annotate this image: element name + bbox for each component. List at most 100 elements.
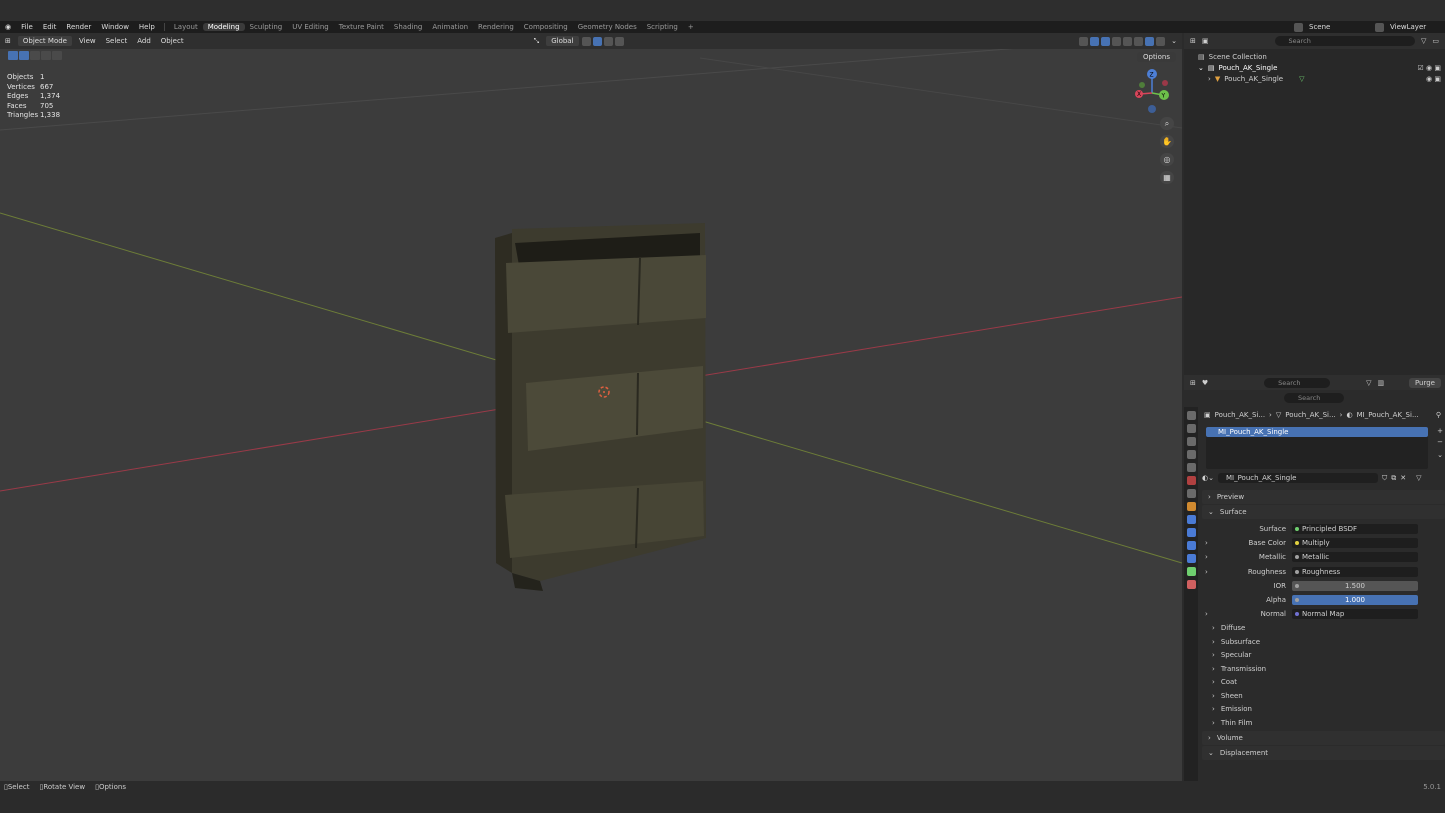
subpanel-specular[interactable]: › Specular	[1202, 648, 1445, 662]
scene-selector[interactable]: Scene	[1304, 23, 1374, 31]
subpanel-thin-film[interactable]: › Thin Film	[1202, 716, 1445, 730]
gizmo-toggle-icon[interactable]	[1090, 36, 1100, 46]
camera-icon[interactable]: ◎	[1160, 153, 1174, 166]
output-tab-icon[interactable]	[1186, 437, 1196, 446]
display-mode-icon[interactable]: ♥	[1202, 379, 1208, 387]
tab-sculpting[interactable]: Sculpting	[245, 23, 288, 31]
tool-tab-icon[interactable]	[1186, 411, 1196, 420]
render-tab-icon[interactable]	[1186, 424, 1196, 433]
modifier-tab-icon[interactable]	[1186, 515, 1196, 524]
visibility-icon[interactable]	[1079, 36, 1089, 46]
solid-shading-icon[interactable]	[1134, 36, 1144, 46]
xray-icon[interactable]	[1112, 36, 1122, 46]
subpanel-transmission[interactable]: › Transmission	[1202, 662, 1445, 676]
mode-dropdown[interactable]: Object Mode	[17, 36, 72, 46]
collection-row[interactable]: ⌄ ▤ Pouch_AK_Single ☑ ◉ ▣	[1184, 62, 1445, 73]
data-tab-icon[interactable]	[1186, 567, 1196, 576]
object-tab-icon[interactable]	[1186, 502, 1196, 511]
surface-row-value[interactable]: Roughness	[1292, 566, 1418, 577]
chevron-down-icon[interactable]: ⌄	[1198, 64, 1204, 72]
menu-window[interactable]: Window	[96, 23, 134, 31]
filter-icon[interactable]: ▽	[1421, 37, 1426, 45]
editor-type-icon[interactable]: ⊞	[1190, 37, 1196, 45]
subpanel-subsurface[interactable]: › Subsurface	[1202, 635, 1445, 649]
chevron-right-icon[interactable]: ›	[1208, 75, 1211, 83]
subpanel-coat[interactable]: › Coat	[1202, 675, 1445, 689]
add-slot-icon[interactable]: +	[1437, 427, 1443, 435]
editor-type-icon[interactable]: ⊞	[1190, 379, 1196, 387]
select-extend-icon[interactable]	[30, 51, 40, 60]
shading-options-icon[interactable]: ⌄	[1166, 36, 1182, 46]
select-invert-icon[interactable]	[52, 51, 62, 60]
object-row[interactable]: › ▼ Pouch_AK_Single ▽ ◉ ▣	[1184, 73, 1445, 84]
menu-edit[interactable]: Edit	[38, 23, 62, 31]
select-subtract-icon[interactable]	[41, 51, 51, 60]
overlay-toggle-icon[interactable]	[1101, 36, 1111, 46]
menu-object[interactable]: Object	[156, 36, 189, 46]
pivot-icon[interactable]	[581, 36, 591, 46]
view-layer-selector[interactable]: ViewLayer	[1385, 23, 1445, 31]
menu-file[interactable]: File	[16, 23, 38, 31]
tab-geometry-nodes[interactable]: Geometry Nodes	[573, 23, 642, 31]
particles-tab-icon[interactable]	[1186, 528, 1196, 537]
menu-add[interactable]: Add	[132, 36, 156, 46]
material-shading-icon[interactable]	[1145, 36, 1155, 46]
3d-viewport[interactable]: Z Y X ⊞ Object Mode View Select Add Obje…	[0, 33, 1182, 781]
rendered-shading-icon[interactable]	[1156, 36, 1166, 46]
purge-button[interactable]: Purge	[1408, 377, 1441, 388]
trash-icon[interactable]: ▥	[1378, 379, 1385, 387]
outliner-search-input[interactable]: Search	[1274, 36, 1415, 46]
panel-volume[interactable]: › Volume	[1202, 731, 1445, 746]
menu-render[interactable]: Render	[61, 23, 96, 31]
blender-logo-icon[interactable]: ◉	[0, 23, 16, 31]
surface-row-value[interactable]: Principled BSDF	[1292, 524, 1418, 535]
tab-layout[interactable]: Layout	[169, 23, 203, 31]
menu-help[interactable]: Help	[134, 23, 160, 31]
panel-preview[interactable]: › Preview	[1202, 490, 1445, 504]
tab-scripting[interactable]: Scripting	[642, 23, 683, 31]
pin-icon[interactable]: ⚲	[1436, 411, 1441, 419]
physics-tab-icon[interactable]	[1186, 541, 1196, 550]
collection-tab-icon[interactable]	[1186, 489, 1196, 498]
subpanel-emission[interactable]: › Emission	[1202, 702, 1445, 716]
world-tab-icon[interactable]	[1186, 476, 1196, 485]
surface-row-value[interactable]: Normal Map	[1292, 609, 1418, 620]
constraints-tab-icon[interactable]	[1186, 554, 1196, 563]
filter-icon[interactable]: ▽	[1366, 379, 1371, 387]
material-tab-icon[interactable]	[1186, 580, 1196, 589]
chevron-right-icon[interactable]: ›	[1202, 568, 1212, 576]
zoom-icon[interactable]: ⌕	[1160, 117, 1174, 130]
unlink-icon[interactable]: ✕	[1400, 474, 1406, 482]
surface-row-value[interactable]: Multiply	[1292, 538, 1418, 549]
surface-row-value[interactable]: 1.500	[1292, 580, 1418, 591]
properties-search-top[interactable]: Search	[1264, 377, 1331, 388]
orientation-dropdown[interactable]: Global	[546, 36, 579, 46]
tab-rendering[interactable]: Rendering	[473, 23, 519, 31]
chevron-right-icon[interactable]: ›	[1202, 539, 1212, 547]
visibility-toggles[interactable]: ☑ ◉ ▣	[1418, 64, 1441, 72]
wireframe-shading-icon[interactable]	[1123, 36, 1133, 46]
display-mode-icon[interactable]: ▣	[1202, 37, 1209, 45]
material-slot-list[interactable]: MI_Pouch_AK_Single	[1206, 427, 1428, 469]
tab-compositing[interactable]: Compositing	[519, 23, 573, 31]
snap-icon[interactable]	[592, 36, 602, 46]
tab-animation[interactable]: Animation	[427, 23, 473, 31]
filter-icon[interactable]: ▽	[1416, 474, 1421, 482]
panel-displacement[interactable]: ⌄ Displacement	[1202, 746, 1445, 761]
menu-view[interactable]: View	[74, 36, 101, 46]
scene-collection-row[interactable]: ▤ Scene Collection	[1184, 51, 1445, 62]
material-browse-icon[interactable]: ◐⌄	[1202, 474, 1214, 482]
select-box-icon[interactable]	[8, 51, 18, 60]
slot-menu-icon[interactable]: ⌄	[1437, 451, 1443, 459]
remove-slot-icon[interactable]: −	[1437, 438, 1443, 446]
tab-shading[interactable]: Shading	[389, 23, 427, 31]
surface-row-value[interactable]: Metallic	[1292, 552, 1418, 563]
fake-user-icon[interactable]: ⛉	[1382, 474, 1387, 483]
material-name-field[interactable]: MI_Pouch_AK_Single	[1217, 473, 1378, 483]
tab-modeling[interactable]: Modeling	[202, 23, 245, 31]
scene-tab-icon[interactable]	[1186, 463, 1196, 472]
properties-search-input[interactable]: Search	[1284, 393, 1344, 403]
options-button[interactable]: Options	[1136, 52, 1176, 62]
grid-ortho-icon[interactable]: ▦	[1160, 171, 1174, 184]
subpanel-diffuse[interactable]: › Diffuse	[1202, 621, 1445, 635]
